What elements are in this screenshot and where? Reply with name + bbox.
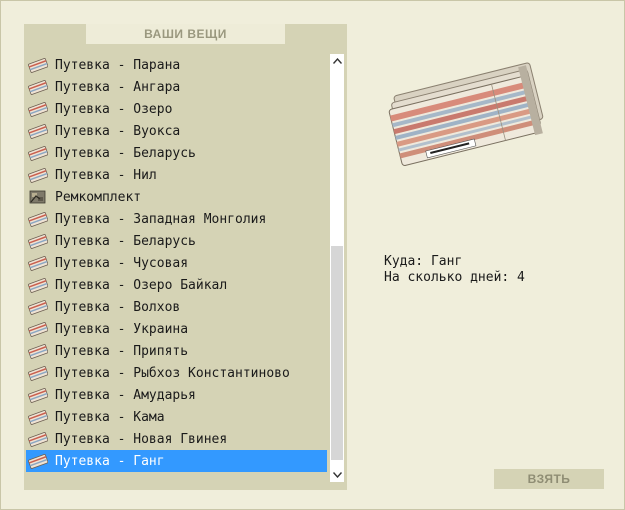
destination-text: Куда: Ганг bbox=[384, 254, 463, 269]
repair-kit-icon bbox=[28, 188, 50, 206]
list-item[interactable]: Путевка - Ганг bbox=[26, 450, 327, 472]
ticket-icon bbox=[28, 298, 50, 316]
list-item[interactable]: Путевка - Озеро bbox=[26, 98, 327, 120]
list-item-label: Путевка - Ангара bbox=[55, 79, 181, 95]
list-item[interactable]: Путевка - Озеро Байкал bbox=[26, 274, 327, 296]
ticket-icon bbox=[28, 386, 50, 404]
list-item[interactable]: Путевка - Беларусь bbox=[26, 230, 327, 252]
list-item[interactable]: Путевка - Кама bbox=[26, 406, 327, 428]
list-scrollbar[interactable] bbox=[330, 54, 344, 482]
list-item[interactable]: Путевка - Новая Гвинея bbox=[26, 428, 327, 450]
ticket-icon-graphic bbox=[28, 102, 48, 117]
list-item-label: Путевка - Чусовая bbox=[55, 255, 189, 271]
ticket-icon bbox=[28, 408, 50, 426]
ticket-icon-graphic bbox=[28, 146, 48, 161]
ticket-icon-graphic bbox=[28, 278, 48, 293]
inventory-list: Путевка - Парана Путевка - Ангара Путевка … bbox=[26, 54, 327, 474]
list-item-label: Путевка - Новая Гвинея bbox=[55, 431, 228, 447]
take-button[interactable]: ВЗЯТЬ bbox=[494, 469, 604, 489]
ticket-icon bbox=[28, 56, 50, 74]
list-item[interactable]: Путевка - Рыбхоз Константиново bbox=[26, 362, 327, 384]
list-item[interactable]: Путевка - Припять bbox=[26, 340, 327, 362]
ticket-icon bbox=[28, 232, 50, 250]
ticket-icon bbox=[28, 452, 50, 470]
item-details: Куда: Ганг На сколько дней: 4 bbox=[384, 254, 525, 286]
ticket-icon bbox=[28, 254, 50, 272]
list-item[interactable]: Путевка - Парана bbox=[26, 54, 327, 76]
ticket-icon bbox=[28, 276, 50, 294]
list-item[interactable]: Путевка - Беларусь bbox=[26, 142, 327, 164]
ticket-icon bbox=[28, 430, 50, 448]
list-item-label: Путевка - Парана bbox=[55, 57, 181, 73]
ticket-icon bbox=[28, 166, 50, 184]
days-text: На сколько дней: 4 bbox=[384, 270, 525, 285]
list-item-label: Путевка - Вуокса bbox=[55, 123, 181, 139]
ticket-icon-graphic bbox=[28, 80, 48, 95]
list-item-label: Путевка - Кама bbox=[55, 409, 165, 425]
scrollbar-thumb[interactable] bbox=[331, 246, 343, 460]
list-item-label: Ремкомплект bbox=[55, 189, 142, 205]
list-item-label: Путевка - Амударья bbox=[55, 387, 196, 403]
ticket-icon bbox=[28, 342, 50, 360]
ticket-icon-graphic bbox=[28, 234, 48, 249]
list-item-label: Путевка - Рыбхоз Константиново bbox=[55, 365, 290, 381]
inventory-panel: ВАШИ ВЕЩИ Путевка - Парана Путевка - Анга… bbox=[24, 24, 347, 490]
ticket-icon-graphic bbox=[28, 256, 48, 271]
ticket-icon-graphic bbox=[28, 212, 48, 227]
item-preview-ticket-icon bbox=[376, 41, 556, 171]
ticket-icon-graphic bbox=[28, 410, 48, 425]
list-item[interactable]: Путевка - Вуокса bbox=[26, 120, 327, 142]
list-item[interactable]: Путевка - Ангара bbox=[26, 76, 327, 98]
list-item-label: Путевка - Беларусь bbox=[55, 233, 196, 249]
ticket-icon bbox=[28, 320, 50, 338]
list-item-label: Путевка - Украина bbox=[55, 321, 189, 337]
list-item[interactable]: Путевка - Западная Монголия bbox=[26, 208, 327, 230]
ticket-icon-graphic bbox=[28, 58, 48, 73]
ticket-icon-graphic bbox=[28, 454, 48, 469]
ticket-icon bbox=[28, 364, 50, 382]
ticket-icon bbox=[28, 100, 50, 118]
list-item[interactable]: Путевка - Нил bbox=[26, 164, 327, 186]
scroll-down-icon[interactable] bbox=[330, 468, 344, 482]
ticket-icon bbox=[28, 78, 50, 96]
list-item-label: Путевка - Припять bbox=[55, 343, 189, 359]
list-item[interactable]: Ремкомплект bbox=[26, 186, 327, 208]
list-item[interactable]: Путевка - Волхов bbox=[26, 296, 327, 318]
ticket-icon-graphic bbox=[28, 344, 48, 359]
ticket-icon-graphic bbox=[28, 322, 48, 337]
list-item-label: Путевка - Ганг bbox=[55, 453, 165, 469]
list-item-label: Путевка - Нил bbox=[55, 167, 157, 183]
scroll-up-icon[interactable] bbox=[330, 54, 344, 68]
list-item[interactable]: Путевка - Украина bbox=[26, 318, 327, 340]
ticket-icon bbox=[28, 122, 50, 140]
ticket-icon-graphic bbox=[28, 300, 48, 315]
ticket-icon-graphic bbox=[28, 432, 48, 447]
ticket-icon-graphic bbox=[28, 366, 48, 381]
repair-kit-icon-graphic bbox=[29, 190, 46, 204]
ticket-icon bbox=[28, 210, 50, 228]
list-item[interactable]: Путевка - Чусовая bbox=[26, 252, 327, 274]
panel-title: ВАШИ ВЕЩИ bbox=[86, 24, 285, 44]
list-item-label: Путевка - Волхов bbox=[55, 299, 181, 315]
list-item[interactable]: Путевка - Амударья bbox=[26, 384, 327, 406]
list-item-label: Путевка - Западная Монголия bbox=[55, 211, 267, 227]
ticket-icon-graphic bbox=[28, 124, 48, 139]
list-item-label: Путевка - Беларусь bbox=[55, 145, 196, 161]
window-frame: ВАШИ ВЕЩИ Путевка - Парана Путевка - Анга… bbox=[0, 0, 625, 510]
list-item-label: Путевка - Озеро bbox=[55, 101, 173, 117]
ticket-icon-graphic bbox=[28, 388, 48, 403]
list-item-label: Путевка - Озеро Байкал bbox=[55, 277, 228, 293]
ticket-icon bbox=[28, 144, 50, 162]
ticket-icon-graphic bbox=[28, 168, 48, 183]
